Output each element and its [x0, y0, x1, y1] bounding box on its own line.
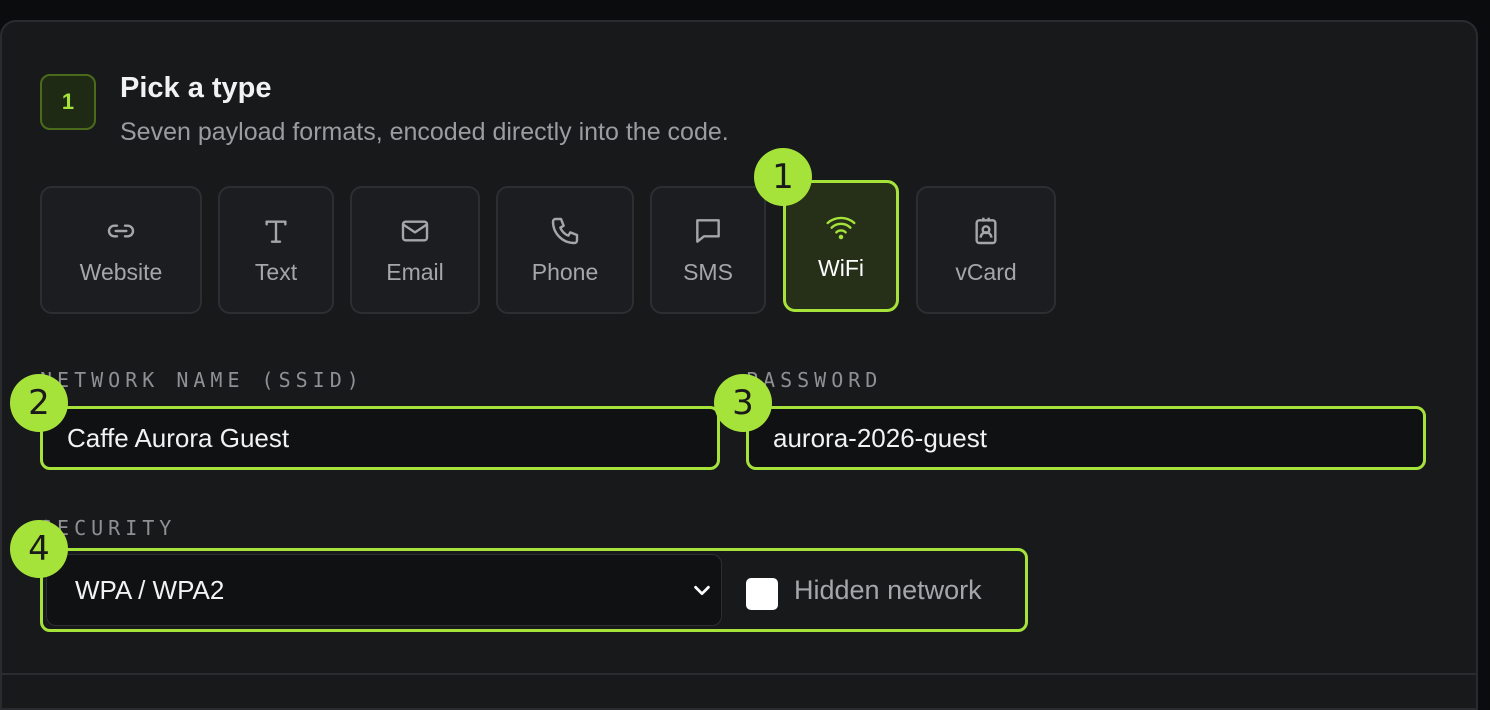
security-selected-value: WPA / WPA2 — [75, 574, 225, 605]
type-label: vCard — [955, 258, 1017, 285]
annotation-marker-1: 1 — [754, 148, 812, 206]
type-label: Website — [79, 258, 163, 285]
type-button-phone[interactable]: Phone — [496, 186, 634, 314]
type-label: Phone — [531, 258, 599, 285]
contact-card-icon — [975, 217, 997, 244]
type-button-email[interactable]: Email — [350, 186, 480, 314]
type-label: WiFi — [818, 254, 864, 281]
type-button-vcard[interactable]: vCard — [916, 186, 1056, 314]
hidden-network-label[interactable]: Hidden network — [794, 575, 982, 606]
link-icon — [107, 223, 135, 238]
type-button-sms[interactable]: SMS — [650, 186, 766, 314]
type-label: Email — [386, 258, 444, 285]
type-label: Text — [254, 258, 298, 285]
step-number-badge: 1 — [40, 74, 96, 130]
annotation-marker-4: 4 — [10, 520, 68, 578]
type-label: SMS — [683, 258, 733, 285]
ssid-input[interactable] — [40, 406, 720, 470]
mail-icon — [401, 219, 429, 242]
ssid-label: NETWORK NAME (SSID) — [40, 368, 364, 392]
text-icon — [265, 219, 287, 243]
chevron-down-icon — [694, 585, 710, 596]
section-divider — [0, 673, 1478, 675]
message-icon — [696, 218, 720, 243]
security-select[interactable]: WPA / WPA2 — [46, 554, 722, 626]
wifi-icon — [826, 216, 856, 239]
annotation-marker-3: 3 — [714, 374, 772, 432]
annotation-marker-2: 2 — [10, 374, 68, 432]
type-button-website[interactable]: Website — [40, 186, 202, 314]
type-button-text[interactable]: Text — [218, 186, 334, 314]
hidden-network-checkbox[interactable] — [746, 578, 778, 610]
section-subtitle: Seven payload formats, encoded directly … — [120, 118, 729, 146]
phone-icon — [551, 217, 579, 244]
section-title: Pick a type — [120, 72, 272, 104]
password-input[interactable] — [746, 406, 1426, 470]
